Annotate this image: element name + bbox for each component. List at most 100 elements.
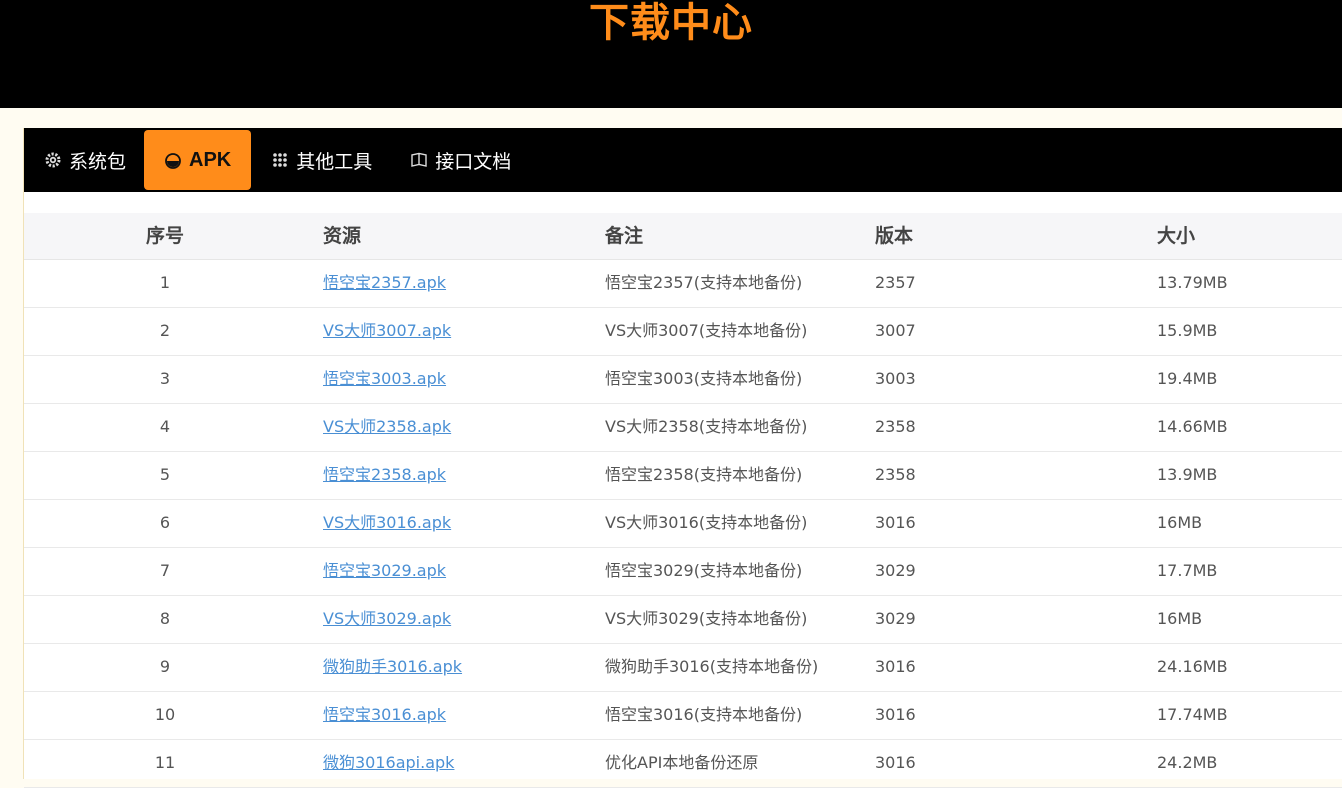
grid-icon	[271, 151, 289, 169]
row-number: 5	[159, 465, 171, 484]
size-cell: 16MB	[1157, 609, 1203, 628]
download-panel: 系统包 APK 其他工具 接口文档 序号 资源 备注 版本 大小 1 悟空宝235…	[23, 128, 1342, 788]
column-header-no: 序号	[145, 225, 184, 247]
tab-label: 系统包	[69, 150, 127, 173]
table-row: 11 微狗3016api.apk 优化API本地备份还原 3016 24.2MB	[24, 740, 1342, 788]
download-link[interactable]: VS大师2358.apk	[323, 417, 451, 436]
note-cell: 悟空宝3029(支持本地备份)	[605, 561, 803, 580]
table-row: 7 悟空宝3029.apk 悟空宝3029(支持本地备份) 3029 17.7MB	[24, 548, 1342, 596]
size-cell: 14.66MB	[1157, 417, 1228, 436]
download-link[interactable]: 悟空宝2358.apk	[323, 465, 446, 484]
tab-other-tools[interactable]: 其他工具	[251, 130, 390, 190]
size-cell: 16MB	[1157, 513, 1203, 532]
download-link[interactable]: VS大师3007.apk	[323, 321, 451, 340]
size-cell: 24.16MB	[1157, 657, 1228, 676]
note-cell: 悟空宝3003(支持本地备份)	[605, 369, 803, 388]
resource-cell: 悟空宝2358.apk	[323, 452, 446, 498]
note-cell: 微狗助手3016(支持本地备份)	[605, 657, 819, 676]
resource-cell: 悟空宝3003.apk	[323, 356, 446, 402]
resource-cell: 悟空宝3029.apk	[323, 548, 446, 594]
row-number: 3	[159, 369, 171, 388]
note-cell: 悟空宝3016(支持本地备份)	[605, 705, 803, 724]
table-row: 6 VS大师3016.apk VS大师3016(支持本地备份) 3016 16MB	[24, 500, 1342, 548]
version-cell: 2358	[875, 417, 916, 436]
column-header-resource: 资源	[323, 225, 362, 247]
note-cell: VS大师3007(支持本地备份)	[605, 321, 808, 340]
version-cell: 3003	[875, 369, 916, 388]
size-cell: 24.2MB	[1157, 753, 1218, 772]
resource-cell: 悟空宝3016.apk	[323, 692, 446, 738]
tab-bar: 系统包 APK 其他工具 接口文档	[24, 128, 1342, 192]
row-number: 10	[154, 705, 176, 724]
column-header-size: 大小	[1157, 225, 1196, 247]
resource-cell: VS大师3029.apk	[323, 596, 451, 642]
size-cell: 15.9MB	[1157, 321, 1218, 340]
row-number: 4	[159, 417, 171, 436]
column-header-version: 版本	[875, 225, 914, 247]
tab-system-package[interactable]: 系统包	[24, 130, 144, 190]
download-link[interactable]: VS大师3029.apk	[323, 609, 451, 628]
version-cell: 2357	[875, 273, 916, 292]
table-row: 3 悟空宝3003.apk 悟空宝3003(支持本地备份) 3003 19.4MB	[24, 356, 1342, 404]
gear-icon	[44, 151, 62, 169]
table-row: 2 VS大师3007.apk VS大师3007(支持本地备份) 3007 15.9MB	[24, 308, 1342, 356]
download-link[interactable]: 微狗助手3016.apk	[323, 657, 462, 676]
version-cell: 3007	[875, 321, 916, 340]
version-cell: 2358	[875, 465, 916, 484]
note-cell: VS大师2358(支持本地备份)	[605, 417, 808, 436]
table-body: 1 悟空宝2357.apk 悟空宝2357(支持本地备份) 2357 13.79MB 2 V…	[24, 260, 1342, 788]
version-cell: 3029	[875, 561, 916, 580]
book-icon	[410, 151, 428, 169]
download-link[interactable]: 悟空宝3003.apk	[323, 369, 446, 388]
table-row: 4 VS大师2358.apk VS大师2358(支持本地备份) 2358 14.66MB	[24, 404, 1342, 452]
version-cell: 3016	[875, 753, 916, 772]
download-link[interactable]: 悟空宝2357.apk	[323, 273, 446, 292]
resource-cell: VS大师3016.apk	[323, 500, 451, 546]
note-cell: 悟空宝2357(支持本地备份)	[605, 273, 803, 292]
tab-api-docs[interactable]: 接口文档	[390, 130, 529, 190]
tab-label: 接口文档	[435, 150, 512, 173]
resource-cell: VS大师2358.apk	[323, 404, 451, 450]
version-cell: 3029	[875, 609, 916, 628]
table-header: 序号 资源 备注 版本 大小	[24, 213, 1342, 260]
tab-label: 其他工具	[296, 150, 373, 173]
column-header-note: 备注	[605, 225, 644, 247]
note-cell: VS大师3029(支持本地备份)	[605, 609, 808, 628]
download-link[interactable]: VS大师3016.apk	[323, 513, 451, 532]
row-number: 7	[159, 561, 171, 580]
table-row: 9 微狗助手3016.apk 微狗助手3016(支持本地备份) 3016 24.16MB	[24, 644, 1342, 692]
table-row: 1 悟空宝2357.apk 悟空宝2357(支持本地备份) 2357 13.79MB	[24, 260, 1342, 308]
note-cell: VS大师3016(支持本地备份)	[605, 513, 808, 532]
size-cell: 17.7MB	[1157, 561, 1218, 580]
resource-cell: 悟空宝2357.apk	[323, 260, 446, 306]
download-link[interactable]: 悟空宝3016.apk	[323, 705, 446, 724]
note-cell: 优化API本地备份还原	[605, 753, 759, 772]
version-cell: 3016	[875, 657, 916, 676]
table-row: 10 悟空宝3016.apk 悟空宝3016(支持本地备份) 3016 17.74MB	[24, 692, 1342, 740]
tab-apk[interactable]: APK	[144, 130, 252, 190]
page-header: 下载中心	[0, 0, 1342, 108]
table-row: 5 悟空宝2358.apk 悟空宝2358(支持本地备份) 2358 13.9MB	[24, 452, 1342, 500]
row-number: 8	[159, 609, 171, 628]
size-cell: 13.9MB	[1157, 465, 1218, 484]
page-title: 下载中心	[589, 0, 753, 46]
row-number: 2	[159, 321, 171, 340]
row-number: 11	[154, 753, 176, 772]
size-cell: 13.79MB	[1157, 273, 1228, 292]
download-link[interactable]: 微狗3016api.apk	[323, 753, 454, 772]
row-number: 9	[159, 657, 171, 676]
resource-cell: 微狗助手3016.apk	[323, 644, 462, 690]
version-cell: 3016	[875, 705, 916, 724]
resource-cell: VS大师3007.apk	[323, 308, 451, 354]
size-cell: 17.74MB	[1157, 705, 1228, 724]
table-row: 8 VS大师3029.apk VS大师3029(支持本地备份) 3029 16MB	[24, 596, 1342, 644]
row-number: 6	[159, 513, 171, 532]
version-cell: 3016	[875, 513, 916, 532]
size-cell: 19.4MB	[1157, 369, 1218, 388]
tab-label: APK	[189, 148, 232, 171]
download-link[interactable]: 悟空宝3029.apk	[323, 561, 446, 580]
resource-cell: 微狗3016api.apk	[323, 740, 454, 786]
android-icon	[164, 151, 182, 169]
row-number: 1	[159, 273, 171, 292]
note-cell: 悟空宝2358(支持本地备份)	[605, 465, 803, 484]
